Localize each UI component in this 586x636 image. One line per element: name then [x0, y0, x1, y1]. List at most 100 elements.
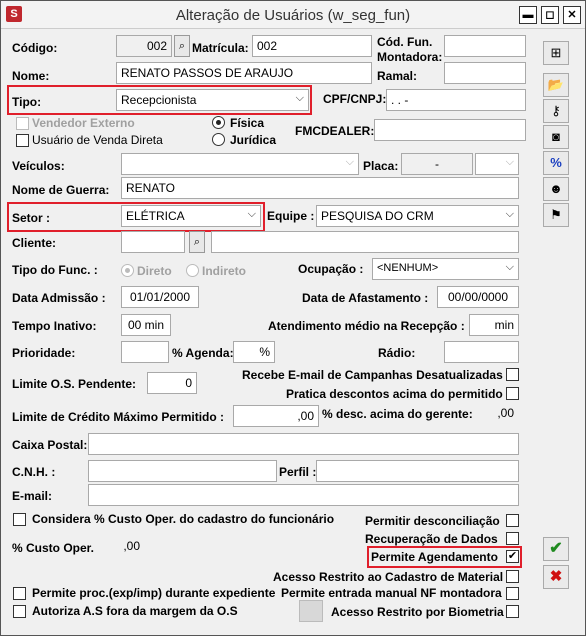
equipe-select[interactable]: PESQUISA DO CRM ⌵ — [316, 205, 519, 227]
recuperacao-dados-checkbox[interactable] — [506, 532, 519, 545]
tree-icon[interactable]: ⊞ — [543, 41, 569, 65]
permitir-desconciliacao-checkbox[interactable] — [506, 514, 519, 527]
tipo-label: Tipo: — [12, 95, 42, 109]
venda-direta-checkbox[interactable] — [16, 134, 29, 147]
direto-radio[interactable] — [121, 264, 134, 277]
fmcdealer-field[interactable] — [374, 119, 526, 141]
cod-fun-montadora-field[interactable] — [444, 35, 526, 57]
pratica-descontos-checkbox[interactable] — [506, 387, 519, 400]
ocupacao-select[interactable]: <NENHUM> ⌵ — [372, 258, 519, 280]
flag-icon[interactable]: ⚑ — [543, 203, 569, 227]
radio-field-input[interactable] — [444, 341, 519, 363]
considera-custo-checkbox[interactable] — [13, 513, 26, 526]
percent-icon[interactable]: % — [543, 151, 569, 175]
cnh-field[interactable] — [88, 460, 277, 482]
permite-proc-checkbox[interactable] — [13, 587, 26, 600]
users-icon[interactable]: ☻ — [543, 177, 569, 201]
nome-field[interactable]: RENATO PASSOS DE ARAUJO — [116, 62, 372, 84]
tipo-select[interactable]: Recepcionista ⌵ — [116, 89, 309, 111]
atendimento-field[interactable]: min — [469, 314, 519, 336]
data-admissao-label: Data Admissão : — [12, 291, 106, 305]
autoriza-as-checkbox[interactable] — [13, 605, 26, 618]
nome-label: Nome: — [12, 69, 50, 83]
ocupacao-value: <NENHUM> — [377, 262, 439, 274]
recebe-email-checkbox[interactable] — [506, 368, 519, 381]
juridica-label: Jurídica — [230, 133, 277, 147]
prioridade-field[interactable] — [121, 341, 169, 363]
ok-icon[interactable]: ✔ — [543, 537, 569, 561]
matricula-label: Matrícula: — [192, 41, 249, 55]
atendimento-label: Atendimento médio na Recepção : — [268, 319, 465, 333]
desc-gerente-field[interactable]: ,00 — [476, 402, 519, 424]
email-label: E-mail: — [12, 489, 53, 503]
chevron-down-icon: ⌵ — [247, 208, 256, 220]
juridica-radio[interactable] — [212, 133, 225, 146]
acesso-biometria-checkbox[interactable] — [506, 605, 519, 618]
vendedor-externo-checkbox[interactable] — [16, 117, 29, 130]
considera-custo-label: Considera % Custo Oper. do cadastro do f… — [32, 512, 335, 526]
cliente-name-field[interactable] — [211, 231, 519, 253]
nome-guerra-label: Nome de Guerra: — [12, 183, 110, 197]
key-icon[interactable]: ⚷ — [543, 99, 569, 123]
search-icon: ⌕ — [193, 236, 201, 248]
equipe-value: PESQUISA DO CRM — [321, 209, 434, 223]
perfil-field[interactable] — [316, 460, 519, 482]
ocupacao-label: Ocupação : — [298, 262, 364, 276]
nome-guerra-field[interactable]: RENATO — [121, 177, 519, 199]
tipo-func-label: Tipo do Func. : — [12, 263, 98, 277]
chevron-down-icon: ⌵ — [505, 208, 514, 220]
venda-direta-label: Usuário de Venda Direta — [32, 133, 163, 147]
chevron-down-icon: ⌵ — [505, 261, 514, 273]
data-afastamento-field[interactable]: 00/00/0000 — [437, 286, 519, 308]
indireto-radio[interactable] — [186, 264, 199, 277]
fisica-label: Física — [230, 116, 265, 130]
folder-open-icon[interactable]: 📂 — [543, 73, 569, 97]
title-bar: S Alteração de Usuários (w_seg_fun) ▬ ◻ … — [1, 1, 585, 29]
close-button[interactable]: ✕ — [563, 6, 581, 24]
radio-dot-icon — [125, 268, 130, 273]
ramal-field[interactable] — [444, 62, 526, 84]
camera-icon[interactable]: ◙ — [543, 125, 569, 149]
custo-oper-field[interactable]: ,00 — [103, 535, 145, 557]
veiculos-select[interactable]: ⌵ — [121, 153, 359, 175]
cpf-field[interactable]: . . - — [386, 89, 526, 111]
radio-field-label: Rádio: — [378, 346, 416, 360]
cliente-label: Cliente: — [12, 236, 57, 250]
cliente-search-button[interactable]: ⌕ — [189, 231, 205, 253]
caixa-postal-field[interactable] — [88, 433, 519, 455]
recebe-email-label: Recebe E-mail de Campanhas Desatualizada… — [242, 368, 503, 382]
acesso-material-checkbox[interactable] — [506, 570, 519, 583]
permite-agendamento-checkbox[interactable]: ✔ — [506, 550, 519, 563]
setor-select[interactable]: ELÉTRICA ⌵ — [121, 205, 261, 227]
permitir-desconciliacao-label: Permitir desconciliação — [365, 514, 500, 528]
placa-field[interactable]: - — [401, 153, 473, 175]
indireto-label: Indireto — [202, 264, 246, 278]
placa-uf-select[interactable]: ⌵ — [475, 153, 519, 175]
vendedor-externo-label: Vendedor Externo — [32, 116, 135, 130]
radio-dot-icon — [216, 120, 221, 125]
cancel-icon[interactable]: ✖ — [543, 565, 569, 589]
permite-agendamento-label: Permite Agendamento — [371, 550, 498, 564]
agenda-field[interactable]: % — [233, 341, 275, 363]
minimize-button[interactable]: ▬ — [519, 6, 537, 24]
prioridade-label: Prioridade: — [12, 346, 76, 360]
permite-entrada-nf-checkbox[interactable] — [506, 587, 519, 600]
custo-oper-label: % Custo Oper. — [12, 541, 95, 555]
data-admissao-field[interactable]: 01/01/2000 — [121, 286, 199, 308]
limite-os-field[interactable]: 0 — [147, 372, 197, 394]
search-icon: ⌕ — [178, 40, 186, 52]
email-field[interactable] — [88, 484, 519, 506]
limite-credito-field[interactable]: ,00 — [233, 405, 319, 427]
autoriza-as-label: Autoriza A.S fora da margem da O.S — [32, 604, 238, 618]
codigo-field[interactable]: 002 — [116, 35, 172, 57]
codigo-search-button[interactable]: ⌕ — [174, 35, 190, 57]
fmcdealer-label: FMCDEALER: — [295, 124, 375, 138]
tempo-inativo-field[interactable]: 00 min — [121, 314, 171, 336]
matricula-field[interactable]: 002 — [252, 35, 372, 57]
chevron-down-icon: ⌵ — [345, 156, 354, 168]
fisica-radio[interactable] — [212, 116, 225, 129]
maximize-button[interactable]: ◻ — [541, 6, 559, 24]
veiculos-label: Veículos: — [12, 159, 65, 173]
cliente-code-field[interactable] — [121, 231, 185, 253]
equipe-label: Equipe : — [267, 209, 315, 223]
